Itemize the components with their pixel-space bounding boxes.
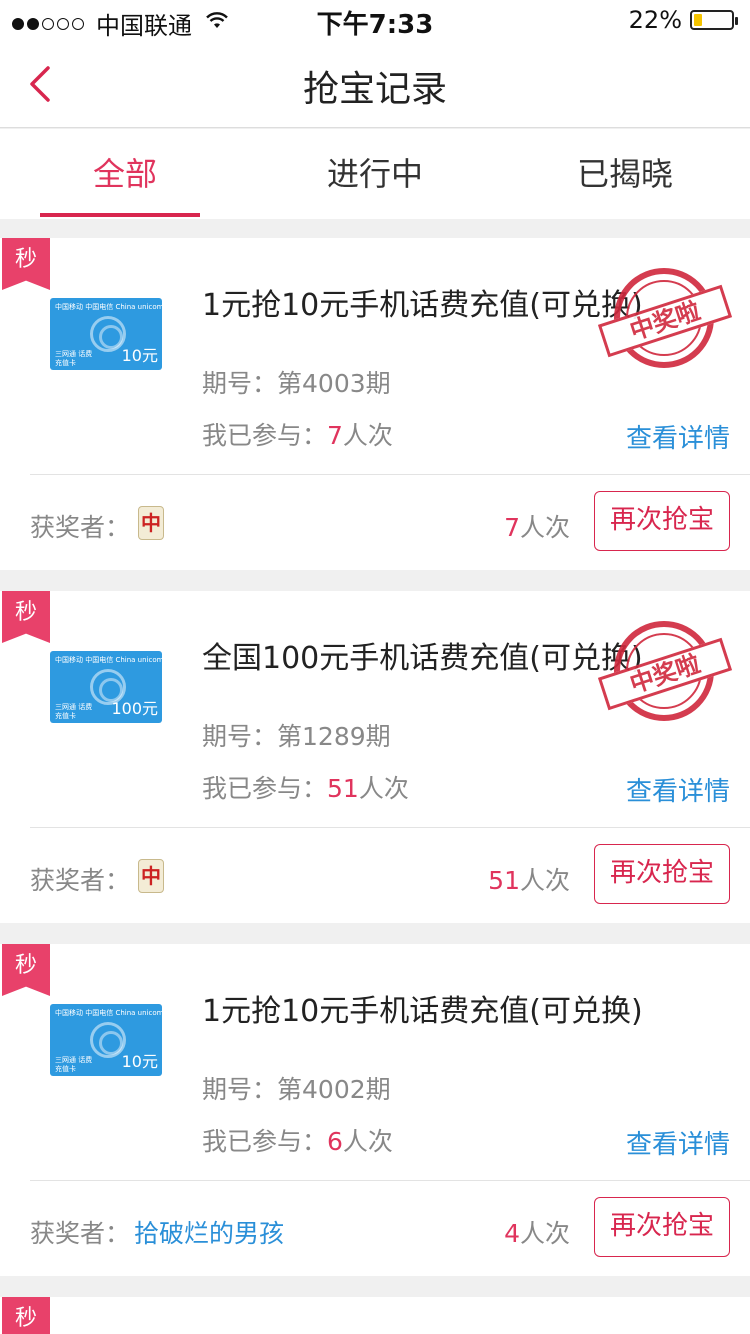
- period-value: 第4003期: [277, 369, 391, 398]
- joined-label: 我已参与：: [202, 774, 328, 803]
- battery-percent: 22%: [628, 6, 682, 34]
- record-card: 秒 中国移动 中国电信 China unicom 三网通 话费充值卡 10元 1…: [0, 238, 750, 570]
- view-details-link[interactable]: 查看详情: [626, 771, 730, 808]
- period-value: 第4002期: [277, 1075, 391, 1104]
- status-right: 22%: [628, 6, 738, 34]
- flash-sale-tag: 秒: [2, 238, 50, 290]
- win-count-unit: 人次: [519, 513, 570, 542]
- stamp-text: 中奖啦: [597, 284, 733, 358]
- period-value: 第1289期: [277, 722, 391, 751]
- win-count: 7人次: [504, 508, 570, 544]
- period-label: 期号：: [202, 369, 278, 398]
- thumbnail-caption: 三网通 话费充值卡: [55, 350, 93, 367]
- tab-label: 已揭晓: [576, 155, 673, 193]
- joined-unit: 人次: [358, 774, 409, 803]
- record-card: 秒: [0, 1297, 750, 1334]
- flash-sale-tag: 秒: [2, 1297, 50, 1334]
- win-count-value: 7: [504, 513, 520, 542]
- product-thumbnail[interactable]: 中国移动 中国电信 China unicom 三网通 话费充值卡 10元: [50, 298, 162, 370]
- product-thumbnail[interactable]: 中国移动 中国电信 China unicom 三网通 话费充值卡 10元: [50, 1004, 162, 1076]
- joined-label: 我已参与：: [202, 421, 328, 450]
- carrier-logo-icon: [90, 1022, 126, 1058]
- tab-bar: 全部 进行中 已揭晓: [0, 129, 750, 219]
- mahjong-avatar-icon[interactable]: 中: [138, 859, 164, 893]
- tab-active-indicator: [40, 213, 200, 217]
- product-thumbnail[interactable]: 中国移动 中国电信 China unicom 三网通 话费充值卡 100元: [50, 651, 162, 723]
- tab-label: 进行中: [326, 155, 423, 193]
- mahjong-avatar-icon[interactable]: 中: [138, 506, 164, 540]
- status-bar: 中国联通 下午7:33 22%: [0, 0, 750, 40]
- divider: [30, 1180, 750, 1181]
- winning-stamp-icon: 中奖啦: [597, 621, 733, 721]
- win-count: 4人次: [504, 1214, 570, 1250]
- win-count: 51人次: [488, 861, 570, 897]
- joined-row: 我已参与：6人次: [202, 1122, 393, 1158]
- battery-level: [694, 14, 702, 26]
- joined-count: 7: [327, 421, 343, 450]
- win-count-unit: 人次: [519, 1219, 570, 1248]
- product-title[interactable]: 1元抢10元手机话费充值(可兑换): [202, 986, 642, 1030]
- thumbnail-value: 10元: [121, 346, 158, 365]
- period-label: 期号：: [202, 722, 278, 751]
- winner-name-link[interactable]: 拾破烂的男孩: [134, 1214, 284, 1250]
- rebuy-button[interactable]: 再次抢宝: [594, 491, 730, 551]
- carrier-logo-icon: [90, 316, 126, 352]
- thumbnail-caption: 三网通 话费充值卡: [55, 703, 93, 720]
- joined-label: 我已参与：: [202, 1127, 328, 1156]
- winner-label: 获奖者：: [30, 866, 131, 895]
- thumbnail-logos: 中国移动 中国电信 China unicom: [55, 1009, 162, 1017]
- product-title[interactable]: 全国100元手机话费充值(可兑换): [202, 633, 642, 677]
- thumbnail-logos: 中国移动 中国电信 China unicom: [55, 303, 162, 311]
- thumbnail-value: 10元: [121, 1052, 158, 1071]
- period-label: 期号：: [202, 1075, 278, 1104]
- winner-label: 获奖者：: [30, 1219, 131, 1248]
- thumbnail-caption: 三网通 话费充值卡: [55, 1056, 93, 1073]
- win-count-value: 51: [488, 866, 520, 895]
- divider: [30, 827, 750, 828]
- nav-bar: 抢宝记录: [0, 40, 750, 128]
- view-details-link[interactable]: 查看详情: [626, 1124, 730, 1161]
- stamp-text: 中奖啦: [597, 637, 733, 711]
- page-title: 抢宝记录: [302, 69, 447, 110]
- period-row: 期号：第4003期: [202, 364, 391, 400]
- joined-unit: 人次: [342, 1127, 393, 1156]
- tab-in-progress[interactable]: 进行中: [250, 129, 500, 219]
- view-details-link[interactable]: 查看详情: [626, 418, 730, 455]
- tab-all[interactable]: 全部: [0, 129, 250, 219]
- winning-stamp-icon: 中奖啦: [597, 268, 733, 368]
- tab-label: 全部: [92, 155, 157, 193]
- period-row: 期号：第1289期: [202, 717, 391, 753]
- record-card: 秒 中国移动 中国电信 China unicom 三网通 话费充值卡 10元 1…: [0, 944, 750, 1276]
- thumbnail-value: 100元: [111, 699, 158, 718]
- product-title[interactable]: 1元抢10元手机话费充值(可兑换): [202, 280, 642, 324]
- period-row: 期号：第4002期: [202, 1070, 391, 1106]
- flash-sale-tag: 秒: [2, 591, 50, 643]
- win-count-unit: 人次: [519, 866, 570, 895]
- thumbnail-logos: 中国移动 中国电信 China unicom: [55, 656, 162, 664]
- joined-count: 6: [327, 1127, 343, 1156]
- divider: [30, 474, 750, 475]
- joined-row: 我已参与：7人次: [202, 416, 393, 452]
- flash-sale-tag: 秒: [2, 944, 50, 996]
- rebuy-button[interactable]: 再次抢宝: [594, 1197, 730, 1257]
- joined-count: 51: [327, 774, 359, 803]
- winner-label: 获奖者：: [30, 513, 131, 542]
- rebuy-button[interactable]: 再次抢宝: [594, 844, 730, 904]
- tab-revealed[interactable]: 已揭晓: [500, 129, 750, 219]
- joined-row: 我已参与：51人次: [202, 769, 409, 805]
- joined-unit: 人次: [342, 421, 393, 450]
- record-card: 秒 中国移动 中国电信 China unicom 三网通 话费充值卡 100元 …: [0, 591, 750, 923]
- battery-icon: [690, 10, 738, 30]
- win-count-value: 4: [504, 1219, 520, 1248]
